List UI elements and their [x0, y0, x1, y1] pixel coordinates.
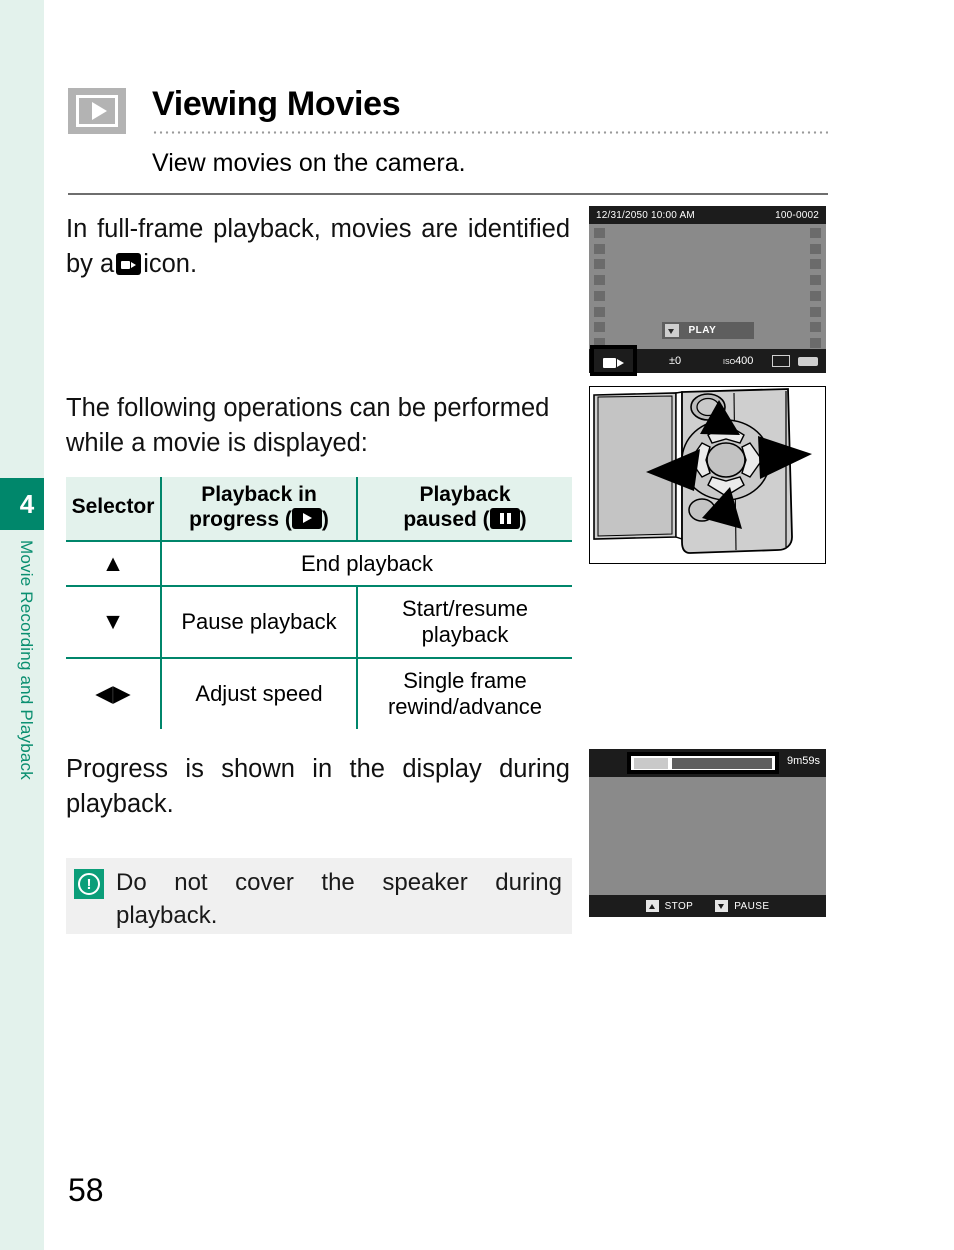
down-button-icon: [715, 900, 729, 912]
cell-single-frame-rewind-advance: Single frame rewind/advance: [356, 657, 572, 730]
chapter-title: Movie Recording and Playback: [0, 540, 44, 940]
stop-label: STOP: [664, 900, 694, 912]
progress-fill: [634, 757, 670, 769]
camera-rear-selector-figure: [589, 386, 826, 564]
control-pause: PAUSE: [715, 900, 769, 912]
lcd-status-topbar: 12/31/2050 10:00 AM 100-0002: [589, 206, 826, 224]
warning-note-text: Do not cover the speaker during playback…: [116, 869, 562, 929]
movie-camera-icon: [602, 354, 625, 368]
paragraph-full-frame-playback: In full-frame playback, movies are ident…: [66, 212, 570, 281]
chapter-title-label: Movie Recording and Playback: [17, 540, 36, 780]
header-progress-close: ): [321, 507, 329, 531]
lcd-exposure-compensation: ±0: [669, 355, 682, 367]
table-row: ◀▶ Adjust speed Single frame rewind/adva…: [66, 657, 572, 730]
page-subtitle: View movies on the camera.: [152, 149, 466, 177]
progress-position-marker: [667, 756, 672, 770]
pause-label: PAUSE: [734, 900, 770, 912]
paragraph-following-operations: The following operations can be performe…: [66, 394, 550, 457]
table-header-row: Selector Playback in progress () Playbac…: [66, 477, 572, 542]
lcd-iso-number: 400: [735, 355, 754, 367]
lcd-play-label: PLAY: [688, 325, 717, 336]
camera-selector-illustration: [593, 388, 812, 554]
table-row: ▲ End playback: [66, 539, 572, 588]
lcd-frame-number: 100-0002: [775, 209, 819, 221]
lcd-progress-figure: 9m59s STOP PAUSE: [589, 749, 826, 917]
paragraph-1-text-after: icon.: [143, 249, 198, 278]
cell-pause-playback: Pause playback: [160, 585, 358, 660]
lcd-progress-controls: STOP PAUSE: [589, 895, 826, 917]
cell-start-resume-playback: Start/resume playback: [356, 585, 572, 660]
chapter-number-box: 4: [0, 478, 44, 530]
playback-progress-callout: [627, 752, 779, 774]
down-button-icon: [664, 324, 679, 337]
page-number: 58: [68, 1172, 104, 1208]
memory-card-icon: [772, 355, 790, 367]
column-header-selector: Selector: [66, 477, 162, 542]
lcd-play-prompt: PLAY: [661, 322, 754, 339]
header-divider: [68, 193, 828, 195]
lcd-iso-value: ISO400: [723, 355, 753, 367]
control-stop: STOP: [645, 900, 694, 912]
column-header-playback-in-progress: Playback in progress (): [160, 477, 358, 542]
selector-left-right-icon: ◀▶: [66, 657, 162, 730]
page-title: Viewing Movies: [152, 85, 401, 123]
title-dotted-rule: [152, 131, 828, 134]
paragraph-progress-shown: Progress is shown in the display during …: [66, 755, 570, 818]
play-badge-icon: [291, 507, 322, 529]
warning-icon-ring: !: [78, 873, 100, 895]
warning-exclamation-icon: !: [74, 869, 104, 899]
play-icon-frame: [76, 95, 118, 127]
progress-track: [634, 756, 772, 770]
up-button-icon: [645, 900, 659, 912]
up-arrow-glyph: ▲: [101, 549, 125, 576]
movie-playback-operations-table: Selector Playback in progress () Playbac…: [66, 477, 572, 730]
column-header-playback-paused: Playback paused (): [356, 477, 572, 542]
movie-camera-icon: [116, 252, 142, 275]
battery-icon: [798, 356, 818, 366]
table-body: ▲ End playback ▼ Pause playback Start/re…: [66, 539, 572, 730]
header-paused-line1: Playback: [419, 483, 511, 506]
table-row: ▼ Pause playback Start/resume playback: [66, 585, 572, 660]
chapter-number: 4: [19, 488, 35, 519]
lcd-movie-indicator-callout: [590, 345, 637, 376]
header-paused-close: ): [519, 507, 527, 531]
play-icon-triangle: [91, 102, 107, 120]
cell-end-playback: End playback: [160, 539, 572, 588]
down-arrow-glyph: ▼: [101, 608, 125, 635]
playback-play-icon: [68, 88, 126, 134]
table-head: Selector Playback in progress () Playbac…: [66, 477, 572, 542]
selector-up-icon: ▲: [66, 539, 162, 588]
lcd-time-remaining: 9m59s: [786, 755, 820, 767]
selector-down-icon: ▼: [66, 585, 162, 660]
paragraph-1-text-before: In full-frame playback, movies are ident…: [66, 215, 570, 278]
header-progress-line1: Playback in: [201, 483, 317, 506]
warning-note: ! Do not cover the speaker during playba…: [66, 858, 572, 934]
lcd-left-marks: [594, 228, 605, 348]
header-paused-line2: paused (: [403, 507, 490, 531]
lcd-right-marks: [810, 228, 821, 348]
header-progress-line2: progress (: [189, 507, 292, 531]
left-right-arrow-glyph: ◀▶: [95, 680, 131, 707]
lcd-iso-prefix: ISO: [723, 359, 736, 366]
pause-badge-icon: [489, 507, 520, 529]
lcd-datetime: 12/31/2050 10:00 AM: [596, 209, 695, 221]
cell-adjust-speed: Adjust speed: [160, 657, 358, 730]
